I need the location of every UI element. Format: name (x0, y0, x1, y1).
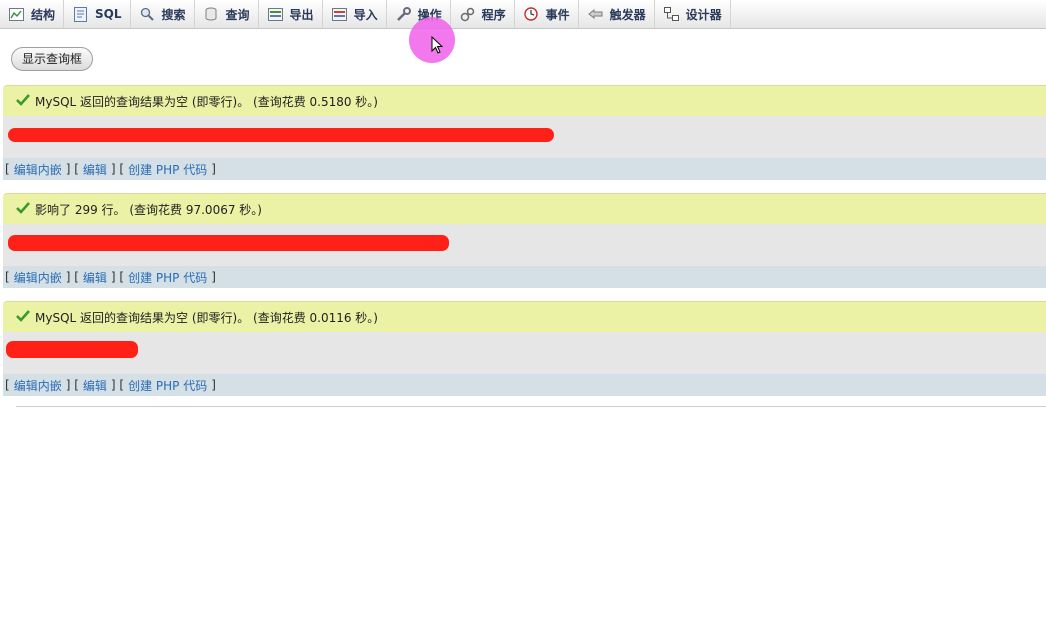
designer-icon (663, 7, 679, 22)
query-result-3: MySQL 返回的查询结果为空 (即零行)。 (查询花费 0.0116 秒。) … (3, 301, 1046, 396)
edit-link[interactable]: 编辑 (83, 161, 107, 178)
create-php-code-link[interactable]: 创建 PHP 代码 (128, 161, 207, 178)
query-links: [编辑内嵌] [编辑] [创建 PHP 代码] (3, 266, 1046, 288)
mouse-pointer-icon (431, 35, 444, 57)
tab-label: 导入 (353, 7, 378, 22)
tab-triggers[interactable]: 触发器 (579, 0, 655, 28)
tab-label: 事件 (545, 7, 570, 22)
query-result-2: 影响了 299 行。 (查询花费 97.0067 秒。) [编辑内嵌] [编辑]… (3, 193, 1046, 288)
query-links: [编辑内嵌] [编辑] [创建 PHP 代码] (3, 374, 1046, 396)
success-message: MySQL 返回的查询结果为空 (即零行)。 (查询花费 0.5180 秒。) (3, 85, 1046, 116)
checkmark-icon (16, 201, 30, 217)
success-message: 影响了 299 行。 (查询花费 97.0067 秒。) (3, 193, 1046, 224)
sql-document-icon (73, 6, 88, 22)
tab-structure[interactable]: 结构 (0, 0, 65, 28)
inline-edit-link[interactable]: 编辑内嵌 (14, 377, 62, 394)
create-php-code-link[interactable]: 创建 PHP 代码 (128, 269, 207, 286)
success-message-text: MySQL 返回的查询结果为空 (即零行)。 (查询花费 0.0116 秒。) (35, 310, 378, 325)
inline-edit-link[interactable]: 编辑内嵌 (14, 269, 62, 286)
tab-query[interactable]: 查询 (195, 0, 259, 28)
create-php-code-link[interactable]: 创建 PHP 代码 (128, 377, 207, 394)
sql-query-box (3, 116, 1046, 158)
tab-label: 搜索 (161, 7, 186, 22)
sql-query-box (3, 332, 1046, 374)
tab-label: 查询 (225, 7, 250, 22)
trigger-icon (587, 7, 603, 22)
redacted-query (6, 341, 138, 358)
structure-icon (9, 7, 24, 22)
tab-label: SQL (95, 7, 122, 21)
show-query-box-button[interactable]: 显示查询框 (11, 47, 94, 71)
top-tab-bar: 结构 SQL 搜索 查询 导出 导入 操作 程序 事件 触发器 设计器 (0, 0, 1046, 29)
tab-import[interactable]: 导入 (323, 0, 387, 28)
tab-designer[interactable]: 设计器 (655, 0, 731, 28)
export-icon (267, 7, 283, 22)
success-message-text: 影响了 299 行。 (查询花费 97.0067 秒。) (35, 202, 262, 217)
checkmark-icon (16, 93, 30, 109)
tab-label: 程序 (481, 7, 506, 22)
tab-label: 设计器 (685, 7, 722, 22)
import-icon (331, 7, 347, 22)
checkmark-icon (16, 309, 30, 325)
query-icon (204, 7, 219, 22)
redacted-query (8, 235, 449, 251)
success-message: MySQL 返回的查询结果为空 (即零行)。 (查询花费 0.0116 秒。) (3, 301, 1046, 332)
tab-export[interactable]: 导出 (259, 0, 323, 28)
divider (16, 406, 1046, 407)
edit-link[interactable]: 编辑 (83, 377, 107, 394)
tab-label: 触发器 (609, 7, 646, 22)
clock-icon (524, 7, 539, 22)
search-icon (140, 7, 155, 22)
tab-search[interactable]: 搜索 (131, 0, 195, 28)
sql-query-box (3, 224, 1046, 266)
redacted-query (8, 128, 554, 142)
tab-routines[interactable]: 程序 (451, 0, 515, 28)
query-links: [编辑内嵌] [编辑] [创建 PHP 代码] (3, 158, 1046, 180)
tab-label: 结构 (31, 7, 56, 22)
success-message-text: MySQL 返回的查询结果为空 (即零行)。 (查询花费 0.5180 秒。) (35, 94, 378, 109)
query-result-1: MySQL 返回的查询结果为空 (即零行)。 (查询花费 0.5180 秒。) … (3, 85, 1046, 180)
tab-sql[interactable]: SQL (64, 0, 131, 28)
edit-link[interactable]: 编辑 (83, 269, 107, 286)
routines-icon (460, 7, 475, 22)
tab-label: 导出 (289, 7, 314, 22)
tab-events[interactable]: 事件 (515, 0, 579, 28)
wrench-icon (396, 6, 411, 22)
inline-edit-link[interactable]: 编辑内嵌 (14, 161, 62, 178)
